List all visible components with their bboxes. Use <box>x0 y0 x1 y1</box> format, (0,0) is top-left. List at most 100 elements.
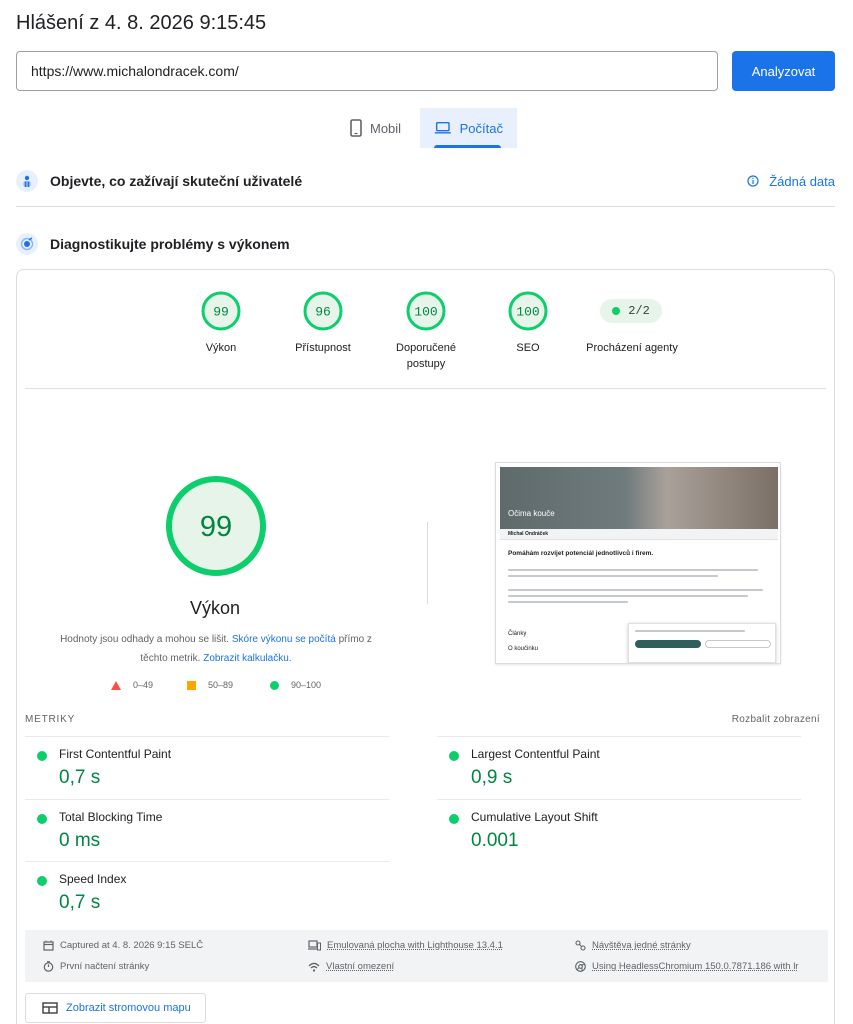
tab-desktop[interactable]: Počítač <box>420 108 517 148</box>
metric-cls: Cumulative Layout Shift 0.001 <box>437 799 801 861</box>
timer-icon <box>43 961 54 972</box>
screenshot-text-line <box>508 589 763 591</box>
screenshot-text-line <box>508 595 748 597</box>
metric-value: 0,7 s <box>59 892 101 913</box>
score-gauge-accessibility[interactable]: 96 Přístupnost <box>273 290 373 356</box>
metric-name: Total Blocking Time <box>59 810 163 824</box>
gauge-value: 100 <box>414 305 437 320</box>
screenshot-headline: Pomáhám rozvíjet potenciál jednotlivců i… <box>508 550 654 557</box>
gauge-label: Doporučené postupy <box>396 342 456 370</box>
treemap-button[interactable]: Zobrazit stromovou mapu <box>25 993 206 1023</box>
phone-icon <box>350 119 362 137</box>
laptop-icon <box>434 122 451 134</box>
page-screenshot[interactable]: Očima kouče Michal Ondráček Pomáhám rozv… <box>495 462 781 664</box>
tab-desktop-label: Počítač <box>459 120 503 136</box>
triangle-icon <box>111 680 121 690</box>
legend-average-label: 50–89 <box>208 680 234 690</box>
throttling-label: Vlastní omezení <box>326 961 395 972</box>
lab-data-section: Diagnostikujte problémy s výkonem <box>16 233 835 255</box>
screenshot-cookie-popup <box>628 623 776 663</box>
agent-pill[interactable]: 2/2 <box>600 299 662 323</box>
gauge-ring: 96 <box>303 291 343 331</box>
emulated-device-label: Emulovaná plocha with Lighthouse 13.4.1 <box>327 940 503 951</box>
card-divider <box>25 388 826 389</box>
score-calc-link[interactable]: Skóre výkonu se počítá <box>232 634 336 645</box>
chromium-icon <box>575 961 586 972</box>
devices-icon <box>308 940 321 951</box>
status-dot <box>449 814 459 824</box>
report-title: Hlášení z 4. 8. 2026 9:15:45 <box>16 12 267 34</box>
score-gauge-best-practices[interactable]: 100 Doporučené postupy <box>376 290 476 372</box>
url-input[interactable] <box>16 51 718 91</box>
expand-view-toggle[interactable]: Rozbalit zobrazení <box>732 714 820 725</box>
throttling[interactable]: Vlastní omezení <box>308 961 394 972</box>
disclaimer: Hodnoty jsou odhady a mohou se lišit. Sk… <box>51 630 381 668</box>
screenshot-hero-text: Očima kouče <box>508 509 555 518</box>
emulated-device[interactable]: Emulovaná plocha with Lighthouse 13.4.1 <box>308 940 503 951</box>
screenshot-about: O koučinku <box>508 646 539 652</box>
score-gauge-seo[interactable]: 100 SEO <box>478 290 578 356</box>
users-icon <box>16 170 38 192</box>
info-icon <box>747 175 759 187</box>
screenshot-accept-button <box>635 640 701 648</box>
agent-label: Procházení agenty <box>586 342 678 354</box>
screenshot-hero <box>500 467 778 529</box>
status-dot <box>37 751 47 761</box>
first-load-label: První načtení stránky <box>60 961 150 972</box>
screenshot-text-line <box>508 569 758 571</box>
metrics-heading: METRIKY <box>25 714 76 725</box>
captured-at-label: Captured at 4. 8. 2026 9:15 SELČ <box>60 940 204 951</box>
calculator-link[interactable]: Zobrazit kalkulačku. <box>203 653 291 664</box>
metric-value: 0,7 s <box>59 767 101 788</box>
lab-icon <box>16 233 38 255</box>
lab-data-title: Diagnostikujte problémy s výkonem <box>50 236 290 252</box>
disclaimer-text-1: Hodnoty jsou odhady a mohou se lišit. <box>60 634 230 645</box>
screenshot-site-name: Michal Ondráček <box>508 531 549 537</box>
gauge-value: 99 <box>213 305 229 320</box>
metric-lcp: Largest Contentful Paint 0,9 s <box>437 736 801 798</box>
legend-good-label: 90–100 <box>291 680 322 690</box>
tab-mobile[interactable]: Mobil <box>336 108 415 148</box>
gauge-ring: 100 <box>508 291 548 331</box>
wifi-icon <box>308 962 320 972</box>
treemap-label: Zobrazit stromovou mapu <box>66 1002 191 1014</box>
legend-good: 90–100 <box>270 680 321 690</box>
legend-average: 50–89 <box>187 680 233 690</box>
screenshot-articles: Články <box>508 631 527 637</box>
legend-poor: 0–49 <box>111 680 153 690</box>
gauge-ring: 100 <box>406 291 446 331</box>
metric-speed-index: Speed Index 0,7 s <box>25 861 389 923</box>
vertical-separator <box>427 522 428 604</box>
single-visit[interactable]: Návštěva jedné stránky <box>575 940 691 951</box>
performance-gauge-large: 99 <box>166 476 266 576</box>
gauge-label: Přístupnost <box>295 342 351 354</box>
treemap-icon <box>42 1002 58 1014</box>
browser-version-label: Using HeadlessChromium 150.0.7871.186 wi… <box>592 961 799 972</box>
metric-tbt: Total Blocking Time 0 ms <box>25 799 389 861</box>
metric-name: Cumulative Layout Shift <box>471 810 598 824</box>
report-card: 99 Výkon 96 Přístupnost 100 Doporučené p… <box>16 269 835 1024</box>
metric-name: Largest Contentful Paint <box>471 747 600 761</box>
gauge-label: Výkon <box>205 342 237 354</box>
screenshot-text-line <box>508 601 628 603</box>
metric-name: Speed Index <box>59 872 127 886</box>
field-data-section: Objevte, co zažívají skuteční uživatelé … <box>16 170 835 192</box>
performance-label: Výkon <box>189 598 241 618</box>
screenshot-settings-button <box>705 640 771 648</box>
status-dot <box>37 876 47 886</box>
screenshot-text-line <box>508 575 718 577</box>
field-data-title: Objevte, co zažívají skuteční uživatelé <box>50 173 303 189</box>
browser-version[interactable]: Using HeadlessChromium 150.0.7871.186 wi… <box>575 961 813 972</box>
first-load: První načtení stránky <box>43 961 149 972</box>
no-data-link[interactable]: Žádná data <box>747 174 835 189</box>
circle-icon <box>270 680 279 690</box>
analyze-button[interactable]: Analyzovat <box>732 51 835 91</box>
gauge-value: 100 <box>516 305 539 320</box>
gauge-value: 96 <box>315 305 331 320</box>
metric-value: 0,9 s <box>471 767 513 788</box>
gauge-ring: 99 <box>201 291 241 331</box>
score-gauge-performance[interactable]: 99 Výkon <box>171 290 271 356</box>
captured-at: Captured at 4. 8. 2026 9:15 SELČ <box>43 940 203 951</box>
metric-name: First Contentful Paint <box>59 747 172 761</box>
metric-value: 0.001 <box>471 830 519 851</box>
